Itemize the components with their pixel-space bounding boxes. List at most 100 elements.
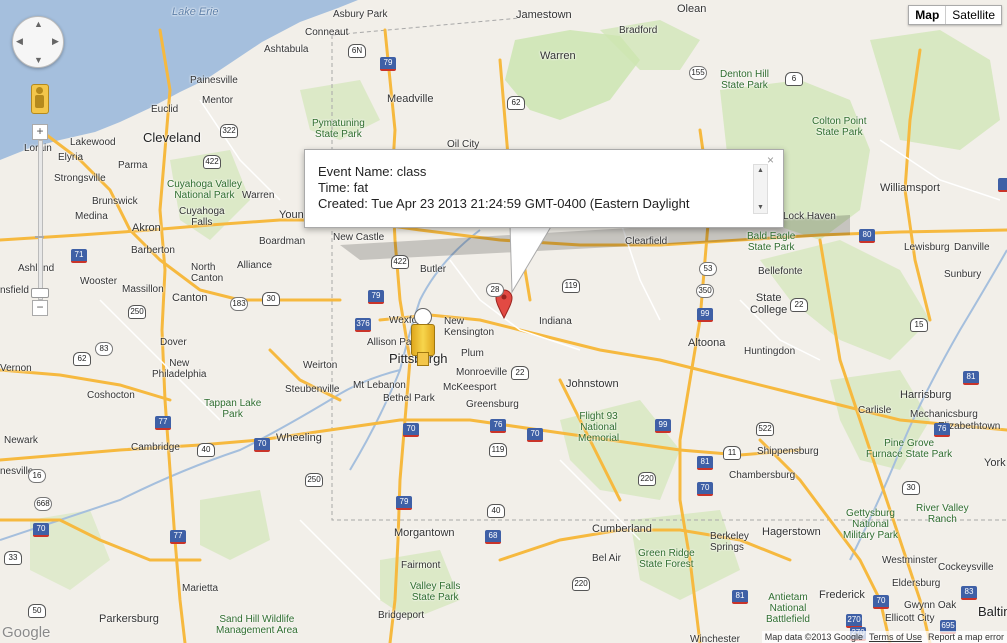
city-label: Parkersburg xyxy=(99,613,159,625)
pan-down-icon[interactable]: ▼ xyxy=(34,55,43,65)
zoom-in-button[interactable]: + xyxy=(32,124,48,140)
report-error-link[interactable]: Report a map error xyxy=(928,632,1004,642)
close-icon[interactable]: × xyxy=(767,153,774,167)
interstate-shield: 81 xyxy=(963,371,979,385)
city-label: Vernon xyxy=(0,363,32,374)
interstate-shield: 376 xyxy=(355,318,371,332)
park-label: Flight 93 National Memorial xyxy=(578,411,620,444)
city-label: Altoona xyxy=(688,337,726,349)
us-route-shield: 6 xyxy=(785,72,803,86)
city-label: Barberton xyxy=(131,245,175,256)
us-route-shield: 220 xyxy=(638,472,656,486)
city-label: Hagerstown xyxy=(762,526,821,538)
city-label: New Philadelphia xyxy=(152,358,207,380)
us-route-shield: 250 xyxy=(128,305,146,319)
google-logo: Google xyxy=(2,624,51,641)
zoom-slider-track[interactable] xyxy=(38,140,43,300)
us-route-shield: 119 xyxy=(562,279,580,293)
park-label: River Valley Ranch xyxy=(916,503,969,525)
city-label: Dover xyxy=(160,337,187,348)
scroll-down-icon[interactable]: ▼ xyxy=(757,204,764,211)
interstate-shield: 270 xyxy=(846,614,862,628)
city-label: Bradford xyxy=(619,25,658,36)
state-route-shield: 28 xyxy=(486,283,504,297)
us-route-shield: 62 xyxy=(73,352,91,366)
city-label: Bellefonte xyxy=(758,266,803,277)
us-route-shield: 220 xyxy=(572,577,590,591)
pegman-dropped-icon[interactable] xyxy=(408,308,436,366)
city-label: Strongsville xyxy=(54,173,106,184)
park-label: Green Ridge State Forest xyxy=(638,548,695,570)
us-route-shield: 22 xyxy=(511,366,529,380)
pan-up-icon[interactable]: ▲ xyxy=(34,19,43,29)
us-route-shield: 22 xyxy=(790,298,808,312)
interstate-shield: 99 xyxy=(697,308,713,322)
state-route-shield: 183 xyxy=(230,297,248,311)
park-label: Sand Hill Wildlife Management Area xyxy=(216,614,298,636)
state-route-shield: 53 xyxy=(699,262,717,276)
city-label: New Castle xyxy=(333,232,385,243)
us-route-shield: 33 xyxy=(4,551,22,565)
scroll-up-icon[interactable]: ▲ xyxy=(757,167,764,174)
us-route-shield: 11 xyxy=(723,446,741,460)
city-label: Steubenville xyxy=(285,384,340,395)
city-label: Frederick xyxy=(819,589,865,601)
map-type-satellite-button[interactable]: Satellite xyxy=(946,6,1001,24)
us-route-shield: 50 xyxy=(28,604,46,618)
street-view-pegman-icon[interactable] xyxy=(31,84,49,114)
city-label: York xyxy=(984,457,1006,469)
map-data-attribution: Map data ©2013 Google xyxy=(764,632,863,642)
city-label: Warren xyxy=(242,190,275,201)
us-route-shield: 522 xyxy=(756,422,774,436)
interstate-shield: 81 xyxy=(732,590,748,604)
terms-link[interactable]: Terms of Use xyxy=(869,632,922,642)
city-label: Weirton xyxy=(303,360,338,371)
city-label: Wheeling xyxy=(276,432,322,444)
info-window-scrollbar[interactable]: ▲ ▼ xyxy=(753,164,768,214)
zoom-out-button[interactable]: − xyxy=(32,300,48,316)
map-type-control: Map Satellite xyxy=(908,5,1002,25)
pan-right-icon[interactable]: ▶ xyxy=(52,36,59,47)
map-type-map-button[interactable]: Map xyxy=(909,6,947,24)
city-label: Marietta xyxy=(182,583,219,594)
city-label: Bridgeport xyxy=(378,610,425,621)
pan-left-icon[interactable]: ◀ xyxy=(16,36,23,47)
interstate-shield: 99 xyxy=(655,419,671,433)
us-route-shield: 40 xyxy=(487,504,505,518)
interstate-shield: 79 xyxy=(380,57,396,71)
park-label: Tappan Lake Park xyxy=(204,398,262,420)
us-route-shield: 250 xyxy=(305,473,323,487)
city-label: Carlisle xyxy=(858,405,892,416)
city-label: Mechanicsburg xyxy=(910,409,978,420)
map-canvas[interactable]: Lake Erie Olean Jamestown Asbury Park Co… xyxy=(0,0,1007,643)
city-label: Butler xyxy=(420,264,447,275)
interstate-shield: 70 xyxy=(33,523,49,537)
zoom-slider-thumb[interactable] xyxy=(31,288,49,298)
us-route-shield: 422 xyxy=(391,255,409,269)
state-route-shield: 668 xyxy=(34,497,52,511)
info-created: Created: Tue Apr 23 2013 21:24:59 GMT-04… xyxy=(318,196,690,211)
info-event-name: Event Name: class xyxy=(318,164,427,179)
city-label: Olean xyxy=(677,3,707,15)
city-label: Eldersburg xyxy=(892,578,941,589)
city-label: Cleveland xyxy=(143,130,201,145)
city-label: Asbury Park xyxy=(333,9,388,20)
interstate-shield: 71 xyxy=(71,249,87,263)
state-route-shield: 155 xyxy=(689,66,707,80)
city-label: Canton xyxy=(172,292,208,304)
pan-control-icon[interactable]: ▲ ▼ ◀ ▶ xyxy=(12,16,64,68)
state-route-shield: 16 xyxy=(28,469,46,483)
park-label: Antietam National Battlefield xyxy=(766,592,810,625)
us-route-shield: 30 xyxy=(902,481,920,495)
interstate-shield: 70 xyxy=(697,482,713,496)
us-route-shield: 62 xyxy=(507,96,525,110)
interstate-shield: 70 xyxy=(527,428,543,442)
city-label: Harrisburg xyxy=(900,389,952,401)
city-label: Cuyahoga Falls xyxy=(179,206,225,228)
city-label: Fairmont xyxy=(401,560,441,571)
interstate-shield: 77 xyxy=(170,530,186,544)
city-label: State College xyxy=(750,292,788,316)
interstate-shield: 70 xyxy=(873,595,889,609)
city-label: Coshocton xyxy=(87,390,135,401)
city-label: Plum xyxy=(461,348,484,359)
